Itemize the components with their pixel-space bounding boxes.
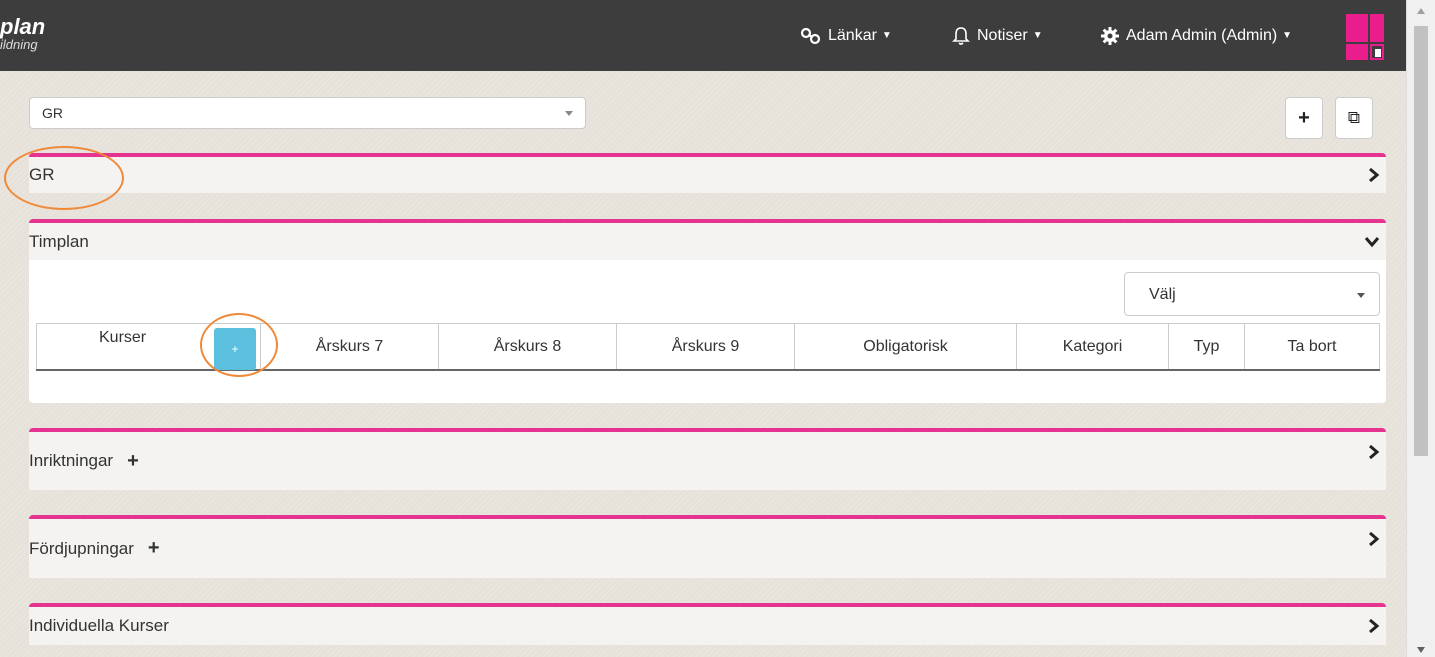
scroll-up-arrow-icon[interactable]	[1417, 8, 1425, 14]
timplan-select[interactable]: Välj	[1124, 272, 1380, 316]
page-scrollbar[interactable]	[1406, 0, 1435, 657]
chevron-right-icon[interactable]	[1368, 531, 1380, 547]
link-icon	[800, 27, 821, 44]
col-header-obligatorisk: Obligatorisk	[794, 323, 1017, 371]
dropdown-arrow-icon	[565, 111, 573, 116]
col-header-kategori: Kategori	[1016, 323, 1169, 371]
col-header-arskurs-7: Årskurs 7	[260, 323, 439, 371]
panel-timplan-title: Timplan	[29, 231, 89, 251]
col-header-arskurs-8: Årskurs 8	[438, 323, 617, 371]
col-header-ta-bort: Ta bort	[1244, 323, 1380, 371]
notices-menu-label: Notiser	[977, 26, 1028, 44]
caret-down-icon: ▼	[881, 30, 892, 41]
brand-title: plan	[0, 14, 46, 39]
caret-down-icon: ▼	[1032, 30, 1043, 41]
copy-button[interactable]: ⧉	[1335, 97, 1373, 139]
annotation-circle	[200, 313, 278, 377]
chevron-right-icon[interactable]	[1368, 444, 1380, 460]
add-inriktning-icon[interactable]: +	[127, 450, 139, 473]
caret-down-icon: ▼	[1282, 30, 1293, 41]
brand-subtitle: ildning	[0, 37, 38, 52]
links-menu[interactable]: Länkar ▼	[800, 0, 892, 71]
brand[interactable]: plan ildning	[0, 16, 45, 52]
panel-inriktningar-title: Inriktningar	[29, 451, 114, 470]
timplan-select-value: Välj	[1149, 286, 1176, 303]
add-button[interactable]: +	[1285, 97, 1323, 139]
chevron-right-icon[interactable]	[1368, 167, 1380, 183]
panel-timplan[interactable]: Timplan	[29, 219, 1386, 260]
annotation-circle	[4, 146, 124, 210]
panel-individuella-title: Individuella Kurser	[29, 616, 169, 635]
copy-icon: ⧉	[1347, 108, 1361, 127]
panel-fordjupningar[interactable]: Fördjupningar +	[29, 515, 1386, 578]
col-label: Kurser	[99, 329, 147, 346]
panel-inriktningar[interactable]: Inriktningar +	[29, 428, 1386, 490]
scroll-down-arrow-icon[interactable]	[1417, 647, 1425, 653]
dropdown-arrow-icon	[1357, 293, 1365, 298]
col-header-typ: Typ	[1168, 323, 1245, 371]
bell-icon	[952, 26, 970, 45]
user-menu-label: Adam Admin (Admin)	[1126, 26, 1278, 44]
top-navbar: plan ildning Länkar ▼ Notiser ▼ Adam Adm…	[0, 0, 1406, 71]
gear-icon	[1101, 26, 1119, 45]
col-header-arskurs-9: Årskurs 9	[616, 323, 795, 371]
school-select[interactable]: GR	[29, 97, 586, 129]
user-menu[interactable]: Adam Admin (Admin) ▼	[1100, 0, 1292, 71]
panel-gr[interactable]: GR	[29, 153, 1386, 193]
links-menu-label: Länkar	[828, 26, 877, 44]
panel-fordjupningar-title: Fördjupningar	[29, 538, 134, 558]
app-logo-icon[interactable]	[1346, 14, 1384, 60]
notices-menu[interactable]: Notiser ▼	[951, 0, 1043, 71]
chevron-right-icon[interactable]	[1368, 618, 1380, 634]
panel-individuella-kurser[interactable]: Individuella Kurser	[29, 603, 1386, 645]
scrollbar-thumb[interactable]	[1414, 26, 1428, 456]
school-select-value: GR	[42, 105, 63, 121]
chevron-down-icon[interactable]	[1364, 236, 1380, 248]
plus-icon: +	[1298, 106, 1310, 129]
add-fordjupning-icon[interactable]: +	[148, 537, 160, 560]
